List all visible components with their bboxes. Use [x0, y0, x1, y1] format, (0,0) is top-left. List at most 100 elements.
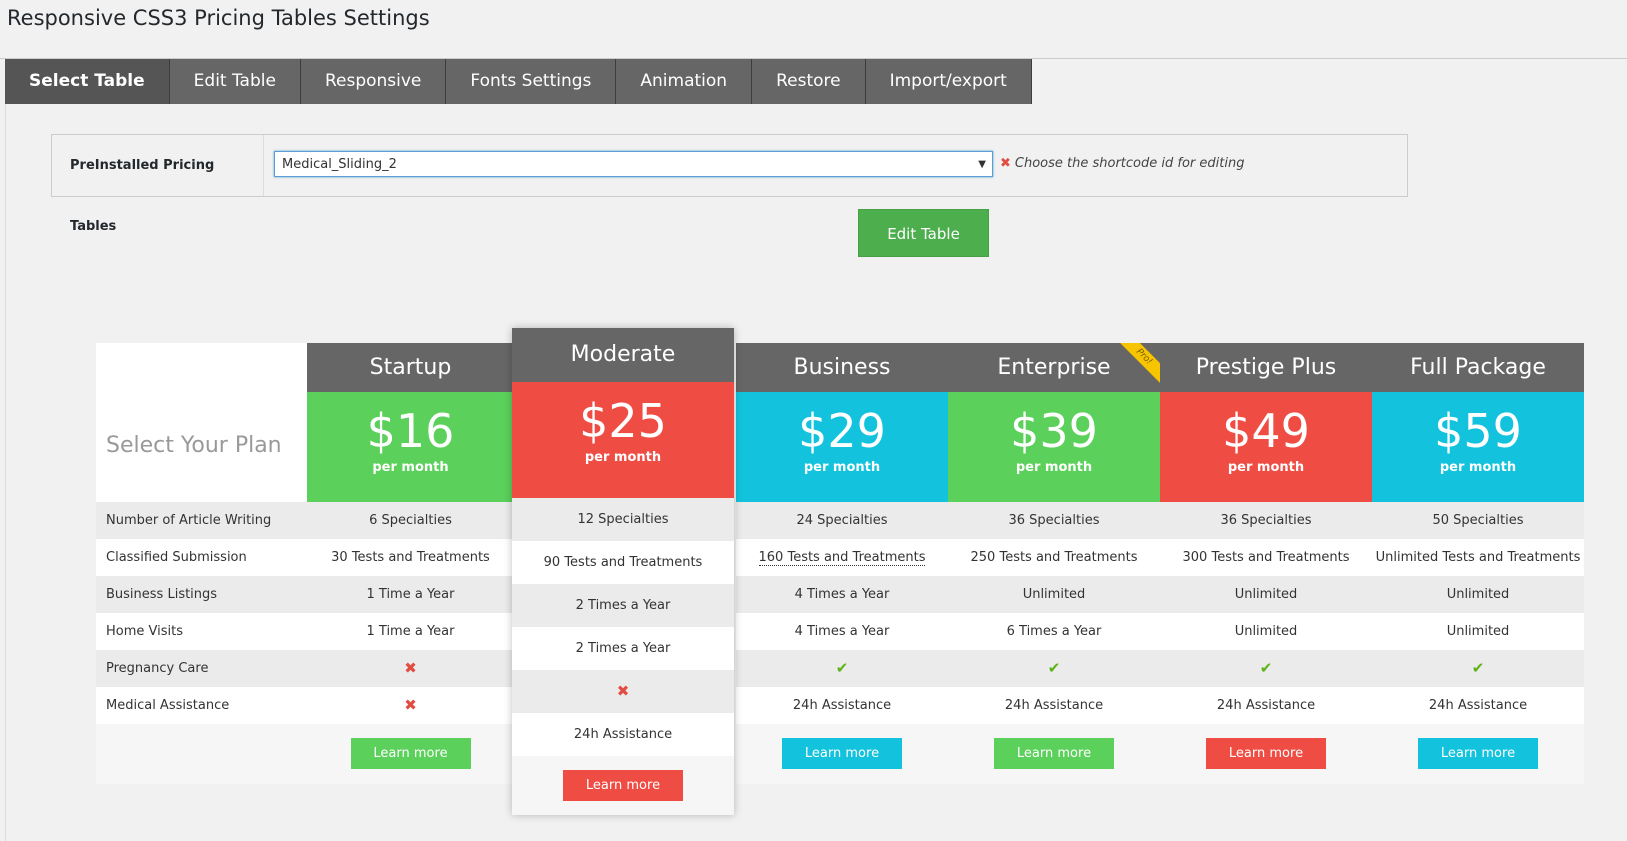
tab-edit-table[interactable]: Edit Table [169, 59, 301, 104]
plan-cell: 24 Specialties [736, 502, 948, 539]
plan-period: per month [1015, 460, 1093, 475]
plan-name: Moderate [512, 328, 734, 382]
content-border [5, 104, 6, 841]
plan-cell: 12 Specialties [512, 498, 734, 541]
plan-price: $25 [579, 394, 667, 448]
feature-column: Select Your Plan Number of Article Writin… [96, 343, 307, 784]
check-icon: ✔ [1047, 659, 1061, 677]
feature-title: Select Your Plan [106, 433, 282, 458]
plan-cell: Unlimited [1160, 576, 1372, 613]
plan-price-block: $25 per month [512, 382, 734, 498]
plan-cell: 4 Times a Year [736, 613, 948, 650]
feature-header: Select Your Plan [96, 343, 307, 502]
plan-cell: 24h Assistance [1160, 687, 1372, 724]
plan-cell: ✔ [736, 650, 948, 687]
plan-price-block: $59 per month [1372, 392, 1584, 502]
plan-cell: 2 Times a Year [512, 627, 734, 670]
plan-price: $39 [1010, 404, 1098, 458]
learn-more-button[interactable]: Learn more [1206, 738, 1326, 769]
plan-cell: ✔ [948, 650, 1160, 687]
tab-responsive[interactable]: Responsive [300, 59, 447, 104]
plan-cell-tooltip-text[interactable]: 160 Tests and Treatments [758, 550, 926, 566]
x-mark-icon: ✖ [616, 682, 630, 700]
plan-cell: ✔ [1372, 650, 1584, 687]
plan-footer: Learn more [1160, 724, 1372, 784]
plan-column-full-package: Full Package $59 per month 50 Specialties Un… [1372, 343, 1584, 784]
plan-price: $16 [366, 404, 455, 458]
plan-cell: 6 Times a Year [948, 613, 1160, 650]
edit-table-button[interactable]: Edit Table [858, 209, 989, 257]
plan-cell: 24h Assistance [736, 687, 948, 724]
selector-hint: ✖ Choose the shortcode id for editing [1000, 151, 1244, 177]
plan-name: Full Package [1372, 343, 1584, 392]
tab-animation[interactable]: Animation [616, 59, 753, 104]
table-selector-panel: PreInstalled Pricing Tables Medical_Slid… [51, 134, 1408, 234]
plan-cell: 2 Times a Year [512, 584, 734, 627]
tab-restore[interactable]: Restore [752, 59, 866, 104]
plan-cell: 160 Tests and Treatments [736, 539, 948, 576]
plan-cell: 4 Times a Year [736, 576, 948, 613]
plan-name: Enterprise Pro! [948, 343, 1160, 392]
plan-price: $29 [798, 404, 886, 458]
plan-cell: Unlimited [1372, 613, 1584, 650]
learn-more-button[interactable]: Learn more [350, 738, 471, 769]
plan-cell: ✖ [307, 650, 514, 687]
learn-more-button[interactable]: Learn more [994, 738, 1114, 769]
hint-text: Choose the shortcode id for editing [1014, 156, 1245, 171]
plan-column-startup: Startup $16 per month 6 Specialties 30 Tests… [307, 343, 514, 784]
plan-cell: 30 Tests and Treatments [307, 539, 514, 576]
x-mark-icon: ✖ [404, 659, 417, 677]
plan-footer: Learn more [948, 724, 1160, 784]
learn-more-button[interactable]: Learn more [782, 738, 902, 769]
learn-more-button[interactable]: Learn more [1418, 738, 1538, 769]
plan-cell: 24h Assistance [512, 713, 734, 756]
plan-cell: ✔ [1160, 650, 1372, 687]
tab-select-table[interactable]: Select Table [5, 59, 170, 104]
feature-row-label: Home Visits [96, 613, 307, 650]
plan-period: per month [372, 460, 449, 475]
feature-row-label: Medical Assistance [96, 687, 307, 724]
plan-cell: 90 Tests and Treatments [512, 541, 734, 584]
plan-name: Business [736, 343, 948, 392]
feature-row-label: Business Listings [96, 576, 307, 613]
x-mark-icon: ✖ [1000, 156, 1011, 171]
plan-footer: Learn more [307, 724, 514, 784]
plan-price: $59 [1434, 404, 1522, 458]
plan-cell: ✖ [512, 670, 734, 713]
plan-column-enterprise: Enterprise Pro! $39 per month 36 Specialties… [948, 343, 1160, 784]
check-icon: ✔ [835, 659, 849, 677]
feature-row-label: Classified Submission [96, 539, 307, 576]
settings-tabs: Select Table Edit Table Responsive Fonts… [5, 59, 1032, 104]
tab-fonts-settings[interactable]: Fonts Settings [446, 59, 617, 104]
plan-cell: 24h Assistance [1372, 687, 1584, 724]
plan-cell: 36 Specialties [1160, 502, 1372, 539]
plan-name: Prestige Plus [1160, 343, 1372, 392]
check-icon: ✔ [1259, 659, 1273, 677]
ribbon-label: Pro! [1120, 343, 1160, 383]
plan-cell: 250 Tests and Treatments [948, 539, 1160, 576]
plan-cell: 24h Assistance [948, 687, 1160, 724]
dropdown-arrow-icon: ▼ [978, 159, 986, 170]
plan-cell: 50 Specialties [1372, 502, 1584, 539]
feature-row-label: Number of Article Writing [96, 502, 307, 539]
plan-cell: 1 Time a Year [307, 613, 514, 650]
plan-period: per month [803, 460, 881, 475]
plan-column-moderate: Moderate $25 per month 12 Specialties 90 Tes… [512, 328, 734, 815]
plan-cell: 1 Time a Year [307, 576, 514, 613]
plan-period: per month [1227, 460, 1305, 475]
check-icon: ✔ [1471, 659, 1485, 677]
plan-cell: ✖ [307, 687, 514, 724]
plan-price-block: $49 per month [1160, 392, 1372, 502]
plan-cell: Unlimited [1372, 576, 1584, 613]
plan-name: Startup [307, 343, 514, 392]
tab-import-export[interactable]: Import/export [865, 59, 1032, 104]
plan-cell: Unlimited Tests and Treatments [1372, 539, 1584, 576]
pricing-table-select[interactable]: Medical_Sliding_2 ▼ [274, 151, 993, 177]
plan-cell: 36 Specialties [948, 502, 1160, 539]
plan-footer: Learn more [1372, 724, 1584, 784]
plan-period: per month [1439, 460, 1517, 475]
learn-more-button[interactable]: Learn more [563, 770, 683, 801]
plan-price-block: $16 per month [307, 392, 514, 502]
plan-column-business: Business $29 per month 24 Specialties 160 Te… [736, 343, 948, 784]
select-value: Medical_Sliding_2 [282, 157, 397, 172]
